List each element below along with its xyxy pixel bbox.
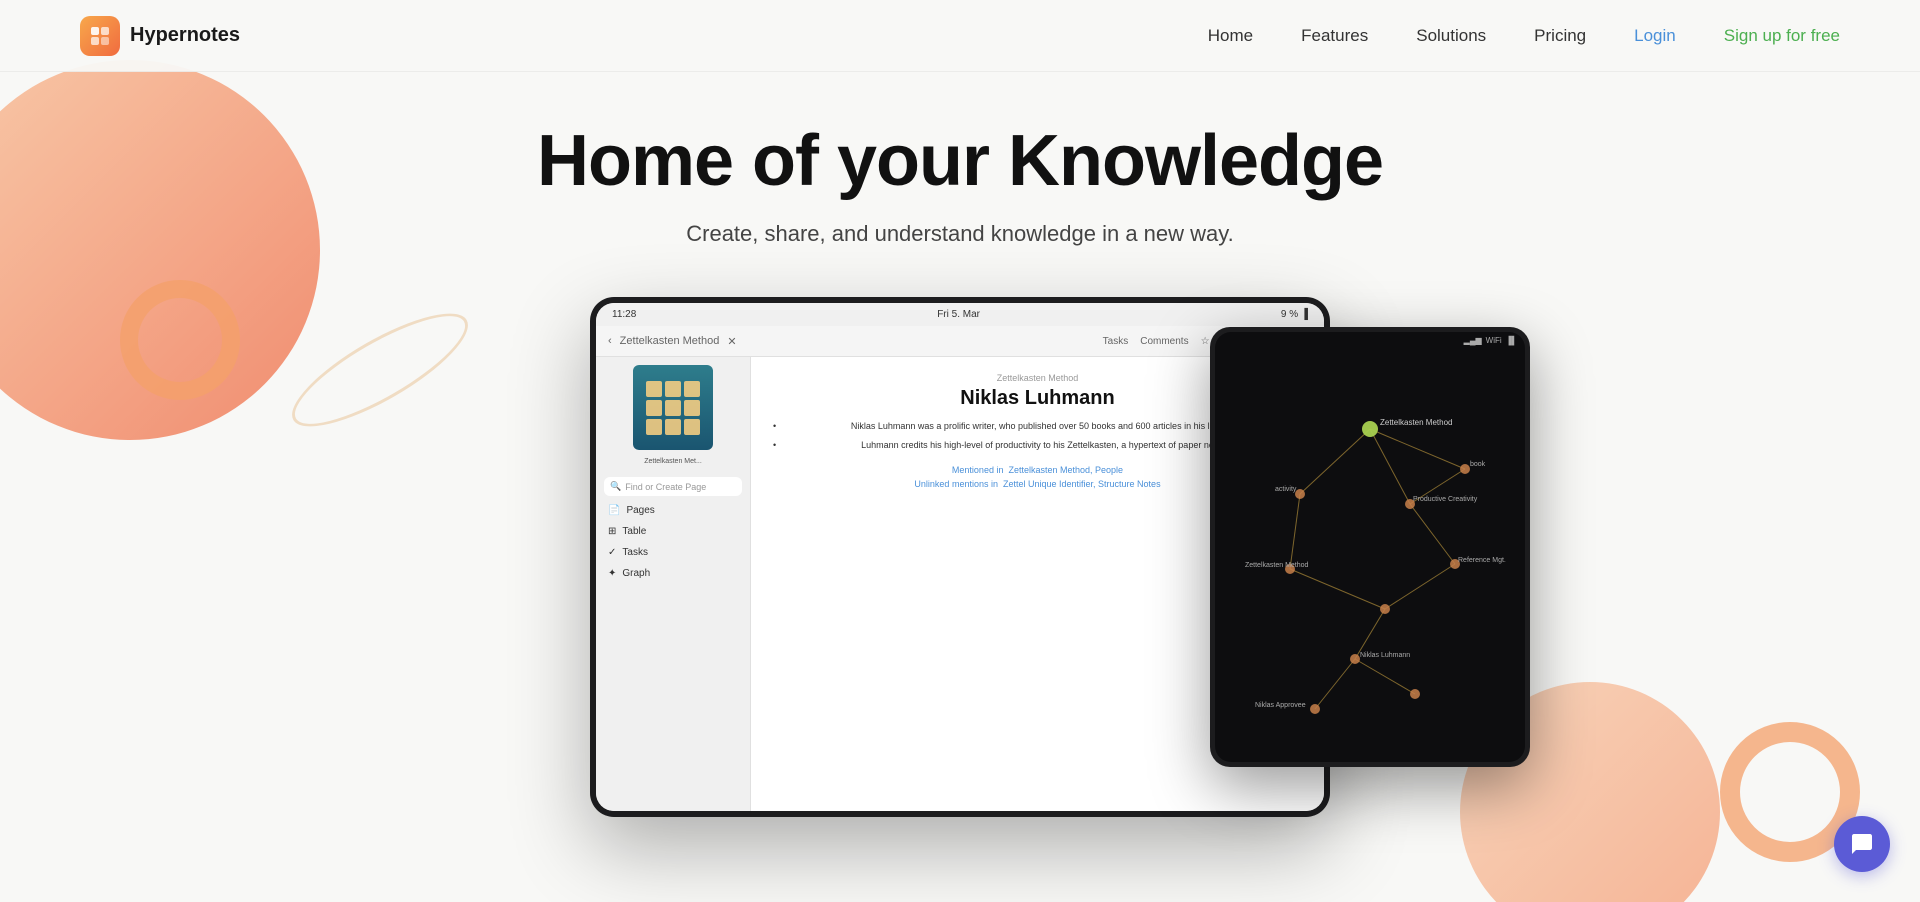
book-cell: [646, 419, 662, 435]
mentioned-in-links[interactable]: Zettelkasten Method, People: [1008, 465, 1123, 475]
search-icon: 🔍: [610, 481, 621, 492]
sidebar-search[interactable]: 🔍 Find or Create Page: [604, 477, 742, 496]
graph-statusbar: ▂▄▆ WiFi ▐▌: [1215, 332, 1525, 349]
topbar-star-icon[interactable]: ☆: [1201, 336, 1210, 347]
statusbar-battery: 9 % ▐: [1281, 309, 1308, 320]
pages-icon: 📄: [608, 505, 620, 516]
book-cell: [684, 381, 700, 397]
hero-title: Home of your Knowledge: [537, 122, 1383, 201]
nav-signup[interactable]: Sign up for free: [1724, 26, 1840, 46]
tablet-sidebar: Zettelkasten Met... 🔍 Find or Create Pag…: [596, 357, 751, 811]
sidebar-nav-pages[interactable]: 📄 Pages: [596, 500, 750, 521]
svg-text:Niklas Approvee: Niklas Approvee: [1255, 702, 1306, 709]
graph-tablet-inner: ▂▄▆ WiFi ▐▌: [1215, 332, 1525, 762]
nav-links: Home Features Solutions Pricing Login Si…: [1208, 26, 1840, 46]
book-grid: [638, 373, 708, 443]
topbar-back-icon[interactable]: ‹: [608, 335, 612, 347]
unlinked-label: Unlinked mentions in: [914, 479, 998, 489]
nav-features[interactable]: Features: [1301, 26, 1368, 46]
logo-text: Hypernotes: [130, 24, 240, 47]
sidebar-table-label: Table: [622, 526, 646, 537]
nav-pricing[interactable]: Pricing: [1534, 26, 1586, 46]
book-cell: [646, 381, 662, 397]
svg-text:book: book: [1470, 461, 1486, 468]
statusbar-time: 11:28: [612, 309, 636, 320]
sidebar-graph-label: Graph: [622, 568, 650, 579]
book-cell: [665, 400, 681, 416]
sidebar-nav-table[interactable]: ⊞ Table: [596, 521, 750, 542]
svg-text:Zettelkasten Method: Zettelkasten Method: [1245, 562, 1309, 569]
book-cell: [646, 400, 662, 416]
chat-button[interactable]: [1834, 816, 1890, 872]
navbar: Hypernotes Home Features Solutions Prici…: [0, 0, 1920, 72]
sidebar-nav-graph[interactable]: ✦ Graph: [596, 563, 750, 584]
mentioned-in-label: Mentioned in: [952, 465, 1004, 475]
sidebar-book-label: Zettelkasten Met...: [596, 458, 750, 465]
svg-text:Zettelkasten Method: Zettelkasten Method: [1380, 418, 1452, 427]
book-cell: [665, 381, 681, 397]
table-icon: ⊞: [608, 526, 616, 537]
svg-text:Niklas Luhmann: Niklas Luhmann: [1360, 652, 1410, 659]
svg-text:Reference Mgt.: Reference Mgt.: [1458, 557, 1506, 564]
topbar-tasks-button[interactable]: Tasks: [1103, 336, 1129, 347]
book-cell: [684, 419, 700, 435]
hero-subtitle: Create, share, and understand knowledge …: [686, 221, 1234, 247]
svg-text:Productive Creativity: Productive Creativity: [1413, 496, 1478, 503]
svg-text:activity: activity: [1275, 486, 1297, 493]
chat-icon: [1850, 832, 1874, 856]
logo-icon: [80, 16, 120, 56]
topbar-comments-button[interactable]: Comments: [1140, 336, 1188, 347]
nav-solutions[interactable]: Solutions: [1416, 26, 1486, 46]
topbar-left: ‹ Zettelkasten Method ✕: [608, 335, 737, 348]
sidebar-book-cover: [633, 365, 713, 450]
logo-svg: [88, 24, 112, 48]
nav-login[interactable]: Login: [1634, 26, 1676, 46]
graph-battery-icon: ▐▌: [1506, 336, 1517, 345]
book-cell: [665, 419, 681, 435]
topbar-title: Zettelkasten Method: [620, 335, 720, 347]
tablet-statusbar: 11:28 Fri 5. Mar 9 % ▐: [596, 303, 1324, 326]
blob-left-decor: [278, 294, 481, 446]
sidebar-search-placeholder: Find or Create Page: [625, 482, 706, 492]
unlinked-links[interactable]: Zettel Unique Identifier, Structure Note…: [1003, 479, 1161, 489]
knowledge-graph-svg: Zettelkasten Method activity Productive …: [1215, 349, 1525, 729]
graph-signal-icon: ▂▄▆: [1464, 336, 1482, 345]
logo[interactable]: Hypernotes: [80, 16, 240, 56]
blob-ring-left: [120, 280, 240, 400]
nav-home[interactable]: Home: [1208, 26, 1253, 46]
sidebar-tasks-label: Tasks: [622, 547, 648, 558]
sidebar-nav-tasks[interactable]: ✓ Tasks: [596, 542, 750, 563]
book-cell: [684, 400, 700, 416]
tasks-icon: ✓: [608, 547, 616, 558]
graph-icon: ✦: [608, 568, 616, 579]
hero-section: Home of your Knowledge Create, share, an…: [0, 0, 1920, 902]
graph-wifi-icon: WiFi: [1486, 336, 1502, 345]
tablet-secondary: ▂▄▆ WiFi ▐▌: [1210, 327, 1530, 767]
sidebar-pages-label: Pages: [626, 505, 654, 516]
mockup-area: 11:28 Fri 5. Mar 9 % ▐ ‹ Zettelkasten Me…: [510, 297, 1410, 817]
topbar-close-icon[interactable]: ✕: [727, 335, 736, 348]
statusbar-date: Fri 5. Mar: [937, 309, 980, 320]
